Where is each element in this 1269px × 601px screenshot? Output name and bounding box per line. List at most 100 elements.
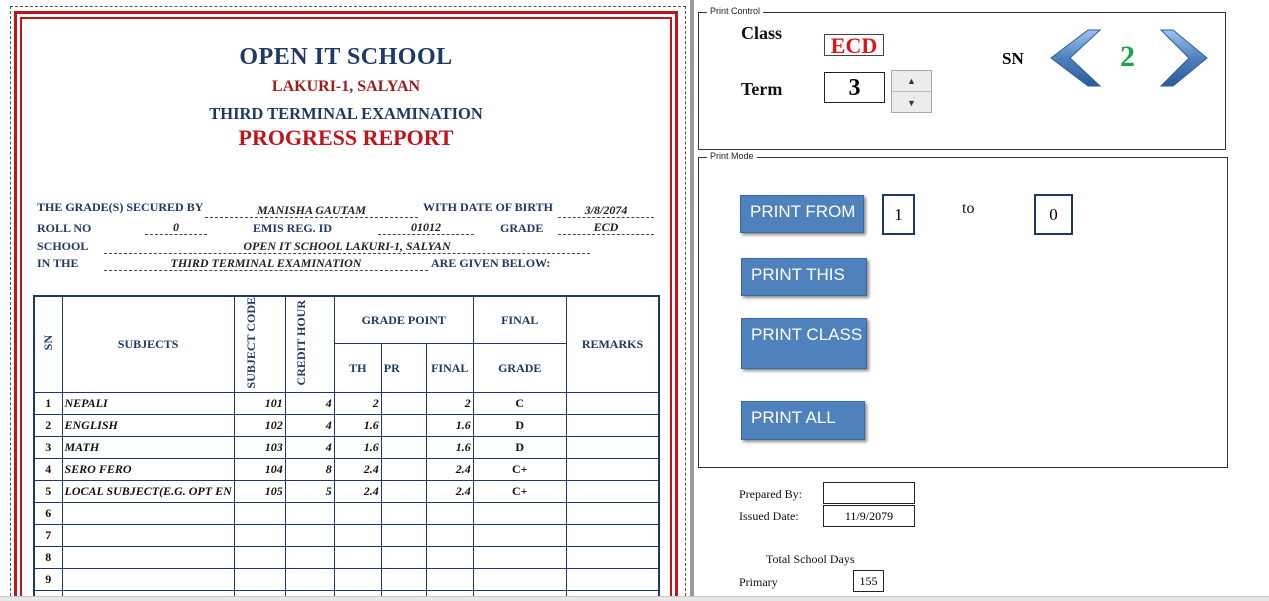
- chevron-left-icon[interactable]: [1048, 28, 1104, 88]
- row-subject: [61, 546, 235, 570]
- row-pr: [380, 480, 427, 504]
- emis-label: EMIS REG. ID: [253, 221, 333, 235]
- row-th: 1.6: [333, 414, 382, 438]
- print-from-input[interactable]: 1: [882, 194, 915, 235]
- exam-value: THIRD TERMINAL EXAMINATION: [104, 257, 428, 271]
- table-row: 2 ENGLISH 102 4 1.6 1.6 D: [33, 414, 660, 438]
- row-remarks: [565, 546, 660, 570]
- row-credit: 4: [284, 392, 335, 416]
- row-final: [425, 568, 474, 592]
- row-sn: 3: [33, 436, 63, 460]
- spin-up-icon[interactable]: ▲: [892, 71, 931, 92]
- term-spinner[interactable]: ▲ ▼: [891, 70, 932, 113]
- print-all-button[interactable]: PRINT ALL: [741, 401, 865, 440]
- row-th: [333, 524, 382, 548]
- school-name: OPEN IT SCHOOL: [239, 44, 453, 70]
- table-row: 9: [33, 568, 660, 592]
- sn-label: SN: [1002, 49, 1024, 68]
- row-pr: [380, 502, 427, 526]
- print-from-button[interactable]: PRINT FROM: [740, 195, 864, 233]
- row-th: 2.4: [333, 458, 382, 482]
- row-th: [333, 502, 382, 526]
- col-subjects: SUBJECTS: [61, 295, 235, 394]
- school-value: OPEN IT SCHOOL LAKURI-1, SALYAN: [104, 240, 590, 254]
- primary-days-field[interactable]: 155: [853, 570, 884, 592]
- row-pr: [380, 414, 427, 438]
- row-final: 2.4: [425, 458, 474, 482]
- row-sn: 4: [33, 458, 63, 482]
- row-credit: 4: [284, 414, 335, 438]
- row-subject: LOCAL SUBJECT(E.G. OPT EN: [61, 480, 235, 504]
- table-row: 3 MATH 103 4 1.6 1.6 D: [33, 436, 660, 460]
- col-grade: GRADE: [472, 343, 567, 394]
- table-row: 1 NEPALI 101 4 2 2 C: [33, 392, 660, 416]
- row-subject: [61, 502, 235, 526]
- col-grade-point: GRADE POINT: [333, 295, 474, 345]
- table-row: 6: [33, 502, 660, 526]
- grade-label: GRADE: [500, 221, 544, 235]
- chevron-right-icon[interactable]: [1158, 28, 1210, 88]
- row-final: [425, 524, 474, 548]
- prepared-by-label: Prepared By:: [739, 487, 802, 501]
- prepared-by-field[interactable]: [823, 482, 915, 504]
- row-pr: [380, 546, 427, 570]
- print-control-title: Print Control: [707, 6, 764, 16]
- row-code: 105: [233, 480, 286, 504]
- row-code: 103: [233, 436, 286, 460]
- row-th: 2: [333, 392, 382, 416]
- row-grade: D: [472, 436, 567, 460]
- print-this-button[interactable]: PRINT THIS: [741, 258, 867, 296]
- emis-id: 01012: [378, 221, 474, 235]
- row-subject: MATH: [61, 436, 235, 460]
- row-grade: [472, 524, 567, 548]
- row-code: [233, 502, 286, 526]
- row-credit: 4: [284, 436, 335, 460]
- grade-value: ECD: [558, 221, 654, 235]
- row-sn: 2: [33, 414, 63, 438]
- row-th: 2.4: [333, 480, 382, 504]
- table-row: 5 LOCAL SUBJECT(E.G. OPT EN 105 5 2.4 2.4 C+: [33, 480, 660, 504]
- roll-number: 0: [145, 221, 207, 235]
- issued-date-field[interactable]: 11/9/2079: [823, 505, 915, 527]
- print-to-input[interactable]: 0: [1034, 194, 1073, 235]
- spin-down-icon[interactable]: ▼: [892, 92, 931, 113]
- row-final: [425, 546, 474, 570]
- row-subject: [61, 568, 235, 592]
- student-name: MANISHA GAUTAM: [205, 204, 418, 218]
- row-credit: [284, 502, 335, 526]
- row-pr: [380, 568, 427, 592]
- row-grade: [472, 568, 567, 592]
- term-label: Term: [741, 79, 783, 99]
- row-remarks: [565, 436, 660, 460]
- col-credit-hour: CREDIT HOUR: [284, 295, 335, 394]
- sn-value: 2: [1120, 40, 1135, 73]
- table-row: 8: [33, 546, 660, 570]
- row-code: [233, 524, 286, 548]
- row-final: [425, 502, 474, 526]
- report-sheet: OPEN IT SCHOOL LAKURI-1, SALYAN THIRD TE…: [0, 0, 690, 601]
- col-subject-code: SUBJECT CODE: [233, 295, 286, 394]
- issued-date-label: Issued Date:: [739, 509, 799, 523]
- row-code: 104: [233, 458, 286, 482]
- exam-title: THIRD TERMINAL EXAMINATION: [209, 104, 483, 123]
- row-subject: NEPALI: [61, 392, 235, 416]
- col-pr: PR: [380, 343, 427, 394]
- row-final: 1.6: [425, 414, 474, 438]
- print-class-button[interactable]: PRINT CLASS: [741, 318, 867, 369]
- row-remarks: [565, 502, 660, 526]
- row-pr: [380, 392, 427, 416]
- roll-label: ROLL NO: [37, 221, 92, 235]
- print-mode-group: Print Mode PRINT FROM 1 to 0 PRINT THIS …: [698, 151, 1228, 468]
- col-remarks: REMARKS: [565, 295, 660, 394]
- row-pr: [380, 524, 427, 548]
- report-title: PROGRESS REPORT: [238, 125, 454, 150]
- row-sn: 9: [33, 568, 63, 592]
- row-credit: [284, 546, 335, 570]
- class-select[interactable]: ECD: [824, 34, 884, 57]
- in-the-label: IN THE: [37, 256, 79, 270]
- term-value[interactable]: 3: [824, 72, 885, 103]
- horizontal-scrollbar[interactable]: [0, 596, 1269, 601]
- row-sn: 5: [33, 480, 63, 504]
- row-credit: 8: [284, 458, 335, 482]
- primary-label: Primary: [739, 575, 778, 589]
